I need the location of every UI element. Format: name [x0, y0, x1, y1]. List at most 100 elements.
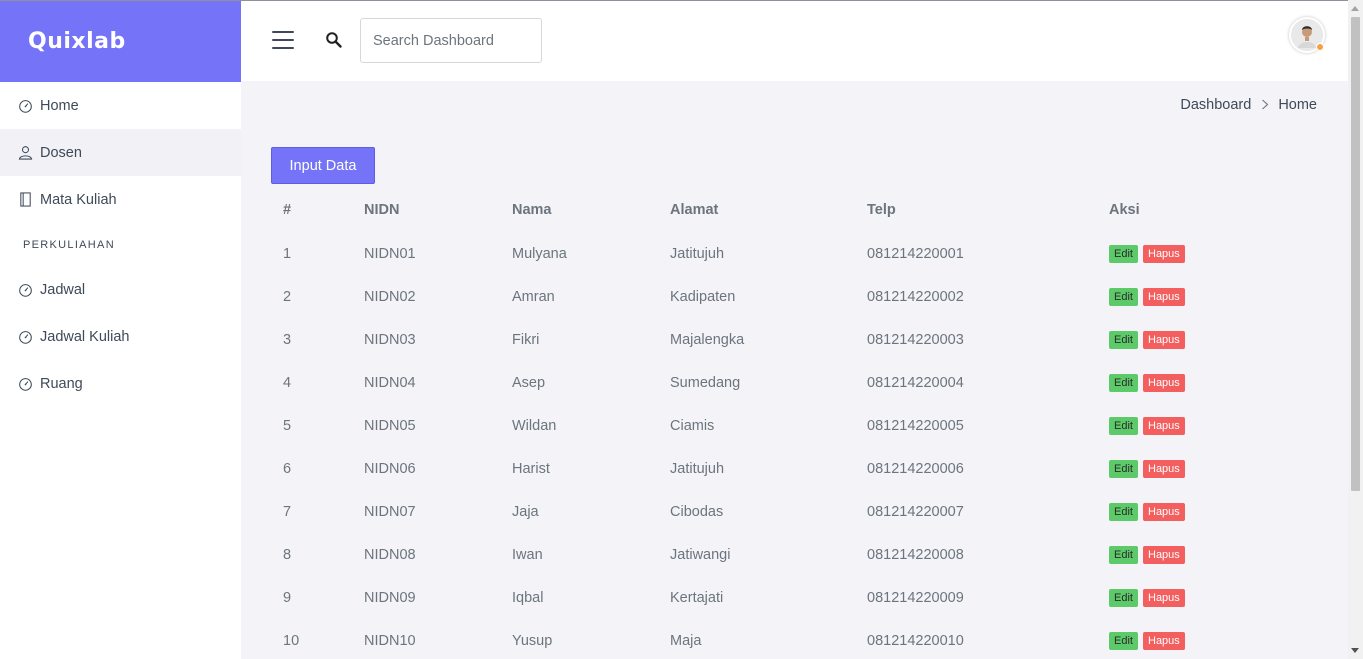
sidebar-item-dosen[interactable]: Dosen — [0, 129, 241, 176]
sidebar-item-home[interactable]: Home — [0, 82, 241, 129]
edit-button[interactable]: Edit — [1109, 631, 1138, 650]
speedometer-icon — [18, 98, 33, 113]
table-cell: Jatiwangi — [670, 546, 731, 563]
sidebar-item-jadwal[interactable]: Jadwal — [0, 266, 241, 313]
edit-button[interactable]: Edit — [1109, 502, 1138, 521]
table-cell: 081214220003 — [867, 331, 964, 348]
table-cell: NIDN03 — [364, 331, 416, 348]
edit-button[interactable]: Edit — [1109, 373, 1138, 392]
scroll-up-arrow-icon[interactable] — [1351, 6, 1359, 11]
table-cell: 081214220004 — [867, 374, 964, 391]
scroll-thumb[interactable] — [1351, 17, 1360, 491]
table-row: 6 NIDN06 Harist Jatitujuh 081214220006 Edit H… — [271, 447, 1289, 490]
scroll-down-arrow-icon[interactable] — [1351, 648, 1359, 653]
edit-button[interactable]: Edit — [1109, 588, 1138, 607]
table-cell: NIDN05 — [364, 417, 416, 434]
breadcrumb-parent[interactable]: Dashboard — [1180, 97, 1251, 113]
hamburger-icon[interactable] — [272, 31, 294, 49]
delete-button[interactable]: Hapus — [1143, 287, 1185, 306]
table-cell: 2 — [283, 288, 292, 305]
table-cell: 081214220007 — [867, 503, 964, 520]
table-cell-actions: Edit Hapus — [1109, 318, 1289, 361]
edit-button[interactable]: Edit — [1109, 459, 1138, 478]
delete-button[interactable]: Hapus — [1143, 373, 1185, 392]
table-cell: NIDN04 — [364, 374, 416, 391]
sidebar-item-label: Mata Kuliah — [40, 191, 117, 208]
speedometer-icon — [18, 329, 33, 344]
delete-button[interactable]: Hapus — [1143, 631, 1185, 650]
table-cell: Yusup — [512, 632, 553, 649]
table-cell: Amran — [512, 288, 555, 305]
delete-button[interactable]: Hapus — [1143, 502, 1185, 521]
column-header: NIDN — [364, 202, 400, 218]
table-cell: Jaja — [512, 503, 539, 520]
sidebar-section-title: PERKULIAHAN — [23, 238, 115, 251]
table-cell: NIDN01 — [364, 245, 416, 262]
table-cell: 10 — [283, 632, 300, 649]
table-cell-actions: Edit Hapus — [1109, 404, 1289, 447]
table-cell: Majalengka — [670, 331, 745, 348]
table-cell: 7 — [283, 503, 292, 520]
table-cell: 081214220010 — [867, 632, 964, 649]
table-cell: 081214220006 — [867, 460, 964, 477]
edit-button[interactable]: Edit — [1109, 244, 1138, 263]
table-cell: 3 — [283, 331, 292, 348]
delete-button[interactable]: Hapus — [1143, 330, 1185, 349]
table-cell: 081214220002 — [867, 288, 964, 305]
top-header — [241, 0, 1348, 81]
table-cell: 9 — [283, 589, 292, 606]
table-cell-actions: Edit Hapus — [1109, 619, 1289, 659]
table-body: 1 NIDN01 Mulyana Jatitujuh 081214220001 Edit … — [271, 232, 1289, 659]
table-cell: 1 — [283, 245, 292, 262]
table-header-row: # NIDN Nama Alamat Telp Aksi — [271, 188, 1289, 232]
edit-button[interactable]: Edit — [1109, 545, 1138, 564]
delete-button[interactable]: Hapus — [1143, 545, 1185, 564]
search-input[interactable] — [360, 18, 542, 63]
table-row: 7 NIDN07 Jaja Cibodas 081214220007 Edit Hapus — [271, 490, 1289, 533]
table-cell: 5 — [283, 417, 292, 434]
delete-button[interactable]: Hapus — [1143, 244, 1185, 263]
table-cell-actions: Edit Hapus — [1109, 447, 1289, 490]
brand-logo[interactable]: Quixlab — [0, 1, 241, 82]
edit-button[interactable]: Edit — [1109, 416, 1138, 435]
delete-button[interactable]: Hapus — [1143, 588, 1185, 607]
input-data-button[interactable]: Input Data — [271, 147, 375, 184]
avatar[interactable] — [1289, 17, 1325, 53]
page-scrollbar[interactable] — [1348, 0, 1363, 659]
table-cell: NIDN08 — [364, 546, 416, 563]
sidebar-item-jadwal-kuliah[interactable]: Jadwal Kuliah — [0, 313, 241, 360]
table-cell: 8 — [283, 546, 292, 563]
table-cell-actions: Edit Hapus — [1109, 576, 1289, 619]
search-icon[interactable] — [325, 31, 343, 49]
sidebar-item-mata-kuliah[interactable]: Mata Kuliah — [0, 176, 241, 223]
table-cell: 6 — [283, 460, 292, 477]
delete-button[interactable]: Hapus — [1143, 416, 1185, 435]
sidebar-item-label: Jadwal — [40, 281, 86, 298]
sidebar-item-label: Home — [40, 97, 79, 114]
table-cell: Asep — [512, 374, 546, 391]
sidebar-item-label: Ruang — [40, 375, 83, 392]
table-row: 4 NIDN04 Asep Sumedang 081214220004 Edit Hapu… — [271, 361, 1289, 404]
table-cell: Iqbal — [512, 589, 544, 606]
table-cell-actions: Edit Hapus — [1109, 361, 1289, 404]
table-cell: 081214220008 — [867, 546, 964, 563]
sidebar-item-ruang[interactable]: Ruang — [0, 360, 241, 407]
edit-button[interactable]: Edit — [1109, 330, 1138, 349]
dosen-table: # NIDN Nama Alamat Telp Aksi 1 NIDN01 Muly… — [271, 188, 1289, 659]
delete-button[interactable]: Hapus — [1143, 459, 1185, 478]
table-cell: Ciamis — [670, 417, 715, 434]
table-cell: NIDN06 — [364, 460, 416, 477]
table-cell: Maja — [670, 632, 702, 649]
table-cell-actions: Edit Hapus — [1109, 275, 1289, 318]
table-row: 5 NIDN05 Wildan Ciamis 081214220005 Edit Hapu… — [271, 404, 1289, 447]
table-cell-actions: Edit Hapus — [1109, 490, 1289, 533]
table-cell: 4 — [283, 374, 292, 391]
table-cell: Jatitujuh — [670, 245, 725, 262]
edit-button[interactable]: Edit — [1109, 287, 1138, 306]
table-cell: 081214220005 — [867, 417, 964, 434]
table-cell: Kertajati — [670, 589, 724, 606]
notebook-icon — [18, 192, 33, 207]
status-dot — [1316, 43, 1324, 51]
sidebar: Quixlab Home Dosen Mata Kuliah PERKULIAH… — [0, 0, 241, 659]
table-row: 8 NIDN08 Iwan Jatiwangi 081214220008 Edit Hap… — [271, 533, 1289, 576]
